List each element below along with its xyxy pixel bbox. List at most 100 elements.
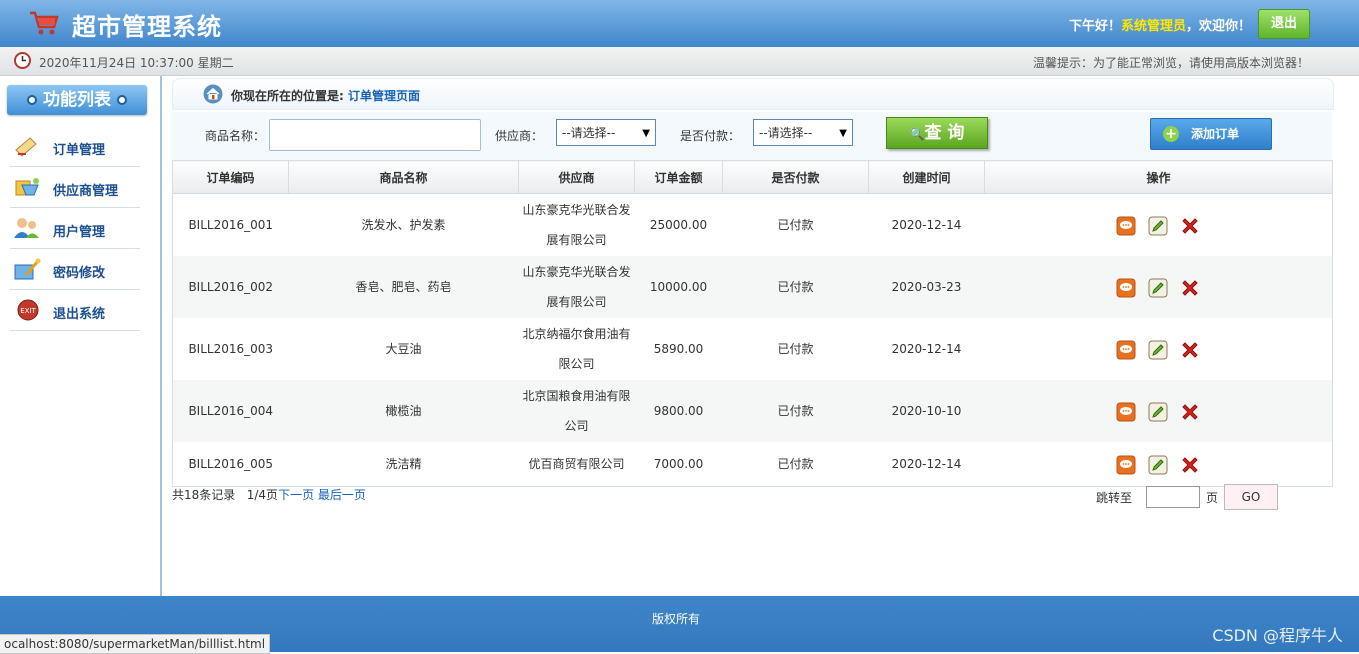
cell-amount: 5890.00 — [653, 342, 704, 356]
cell-code: BILL2016_003 — [188, 342, 274, 356]
cell-product: 香皂、肥皂、药皂 — [288, 256, 519, 318]
query-button[interactable]: 🔍查 询 — [886, 117, 988, 149]
delete-icon[interactable] — [1180, 455, 1200, 475]
edit-icon[interactable] — [1148, 340, 1168, 360]
paid-select[interactable]: --请选择-- ▼ — [753, 119, 853, 146]
query-button-label: 查 询 — [924, 123, 965, 143]
copyright: 版权所有 — [652, 612, 701, 626]
menu-title-label: 功能列表 — [43, 90, 111, 110]
cell-paid: 已付款 — [777, 342, 814, 356]
dropdown-arrow-icon: ▼ — [839, 128, 847, 139]
product-name-input[interactable] — [269, 119, 481, 151]
last-page-link[interactable]: 最后一页 — [318, 488, 366, 502]
logout-button[interactable]: 退出 — [1258, 9, 1310, 39]
view-icon[interactable] — [1116, 340, 1136, 360]
view-icon[interactable] — [1116, 455, 1136, 475]
supplier-select-value: --请选择-- — [562, 126, 616, 140]
search-icon: 🔍 — [909, 127, 925, 141]
view-icon[interactable] — [1116, 216, 1136, 236]
sidebar-item-suppliers[interactable]: 供应商管理 — [10, 167, 140, 208]
status-bar-url: ocalhost:8080/supermarketMan/billlist.ht… — [0, 634, 271, 654]
cell-created: 2020-12-14 — [891, 218, 962, 232]
order-icon — [15, 137, 37, 157]
cell-created: 2020-10-10 — [868, 380, 985, 442]
search-bar: 商品名称： 供应商： --请选择-- ▼ 是否付款： --请选择-- ▼ 🔍查 … — [172, 112, 1332, 160]
paid-label: 是否付款： — [680, 129, 741, 143]
cell-amount: 25000.00 — [649, 218, 708, 232]
jump-page-input[interactable] — [1146, 486, 1200, 508]
cell-amount: 7000.00 — [653, 457, 704, 471]
cell-code: BILL2016_001 — [188, 218, 274, 232]
browser-tip: 温馨提示：为了能正常浏览，请使用高版本浏览器！ — [1032, 56, 1309, 70]
bullet-icon — [117, 95, 127, 105]
password-icon — [14, 258, 41, 280]
supplier-label: 供应商： — [495, 129, 544, 143]
shopping-cart-icon — [30, 11, 59, 35]
cell-created: 2020-12-14 — [891, 342, 962, 356]
cell-paid: 已付款 — [777, 457, 814, 471]
sidebar-item-users[interactable]: 用户管理 — [10, 208, 140, 249]
cell-product: 洗洁精 — [385, 457, 422, 471]
supplier-select[interactable]: --请选择-- ▼ — [556, 119, 656, 146]
column-header: 订单金额 — [634, 160, 723, 194]
sidebar-item-label: 供应商管理 — [53, 184, 119, 199]
view-icon[interactable] — [1116, 278, 1136, 298]
cell-created: 2020-03-23 — [868, 256, 985, 318]
table-row: BILL2016_003 大豆油 北京纳福尔食用油有限公司 5890.00 已付款 202… — [173, 318, 1333, 380]
cell-actions — [985, 442, 1333, 487]
clock-icon — [14, 52, 31, 69]
sidebar-item-label: 用户管理 — [53, 225, 106, 240]
jump-label: 跳转至 — [1096, 491, 1133, 505]
exit-icon: EXIT — [17, 299, 39, 321]
current-datetime: 2020年11月24日 10:37:00 星期二 — [39, 56, 234, 70]
column-header: 供应商 — [518, 160, 635, 194]
bullet-icon — [27, 95, 37, 105]
cell-supplier: 北京国粮食用油有限公司 — [518, 380, 635, 442]
edit-icon[interactable] — [1148, 216, 1168, 236]
paid-select-value: --请选择-- — [759, 126, 813, 140]
delete-icon[interactable] — [1180, 402, 1200, 422]
column-header: 是否付款 — [722, 160, 869, 194]
svg-text:EXIT: EXIT — [20, 307, 36, 315]
product-name-label: 商品名称： — [205, 129, 266, 143]
location-page: 订单管理页面 — [348, 89, 421, 103]
cell-actions — [984, 256, 1333, 318]
column-header: 商品名称 — [288, 160, 519, 194]
sidebar-item-password[interactable]: 密码修改 — [10, 249, 140, 290]
sidebar: 功能列表 订单管理 供应商管理 用户管理 密码修改 EXIT 退出系统 — [0, 76, 162, 596]
sidebar-item-exit[interactable]: EXIT 退出系统 — [10, 290, 140, 331]
cell-actions — [985, 318, 1333, 380]
plus-icon: + — [1163, 126, 1179, 142]
cell-created: 2020-12-14 — [891, 457, 962, 471]
delete-icon[interactable] — [1180, 340, 1200, 360]
cell-product: 洗发水、护发素 — [361, 218, 446, 232]
table-row: BILL2016_001 洗发水、护发素 山东豪克华光联合发展有限公司 25000.0… — [173, 194, 1333, 257]
dropdown-arrow-icon: ▼ — [642, 128, 650, 139]
cell-supplier: 北京纳福尔食用油有限公司 — [522, 327, 631, 371]
edit-icon[interactable] — [1148, 402, 1168, 422]
greeting-prefix: 下午好！ — [1068, 19, 1121, 34]
add-order-button[interactable]: + 添加订单 — [1150, 118, 1272, 150]
cell-paid: 已付款 — [777, 218, 814, 232]
order-table: 订单编码 商品名称 供应商 订单金额 是否付款 创建时间 操作 BILL2016… — [172, 160, 1333, 487]
user-role: 系统管理员 — [1120, 19, 1186, 34]
greeting: 下午好！系统管理员，欢迎你！ — [1069, 15, 1251, 34]
greeting-suffix: ，欢迎你！ — [1185, 19, 1251, 34]
table-row: BILL2016_002 香皂、肥皂、药皂 山东豪克华光联合发展有限公司 10000.… — [172, 256, 1333, 318]
edit-icon[interactable] — [1148, 455, 1168, 475]
cell-paid: 已付款 — [722, 380, 869, 442]
info-bar: 2020年11月24日 10:37:00 星期二 温馨提示：为了能正常浏览，请使… — [0, 47, 1359, 76]
edit-icon[interactable] — [1148, 278, 1168, 298]
cell-amount: 9800.00 — [634, 380, 723, 442]
delete-icon[interactable] — [1180, 216, 1200, 236]
next-page-link[interactable]: 下一页 — [278, 488, 314, 502]
sidebar-item-orders[interactable]: 订单管理 — [10, 126, 140, 167]
go-button[interactable]: GO — [1224, 484, 1278, 510]
csdn-watermark: CSDN @程序牛人 — [1212, 626, 1343, 645]
cell-code: BILL2016_005 — [188, 457, 274, 471]
home-icon — [203, 84, 223, 104]
cell-supplier: 山东豪克华光联合发展有限公司 — [522, 203, 631, 247]
location-label: 你现在所在的位置是: 订单管理页面 — [231, 87, 420, 104]
delete-icon[interactable] — [1180, 278, 1200, 298]
view-icon[interactable] — [1116, 402, 1136, 422]
